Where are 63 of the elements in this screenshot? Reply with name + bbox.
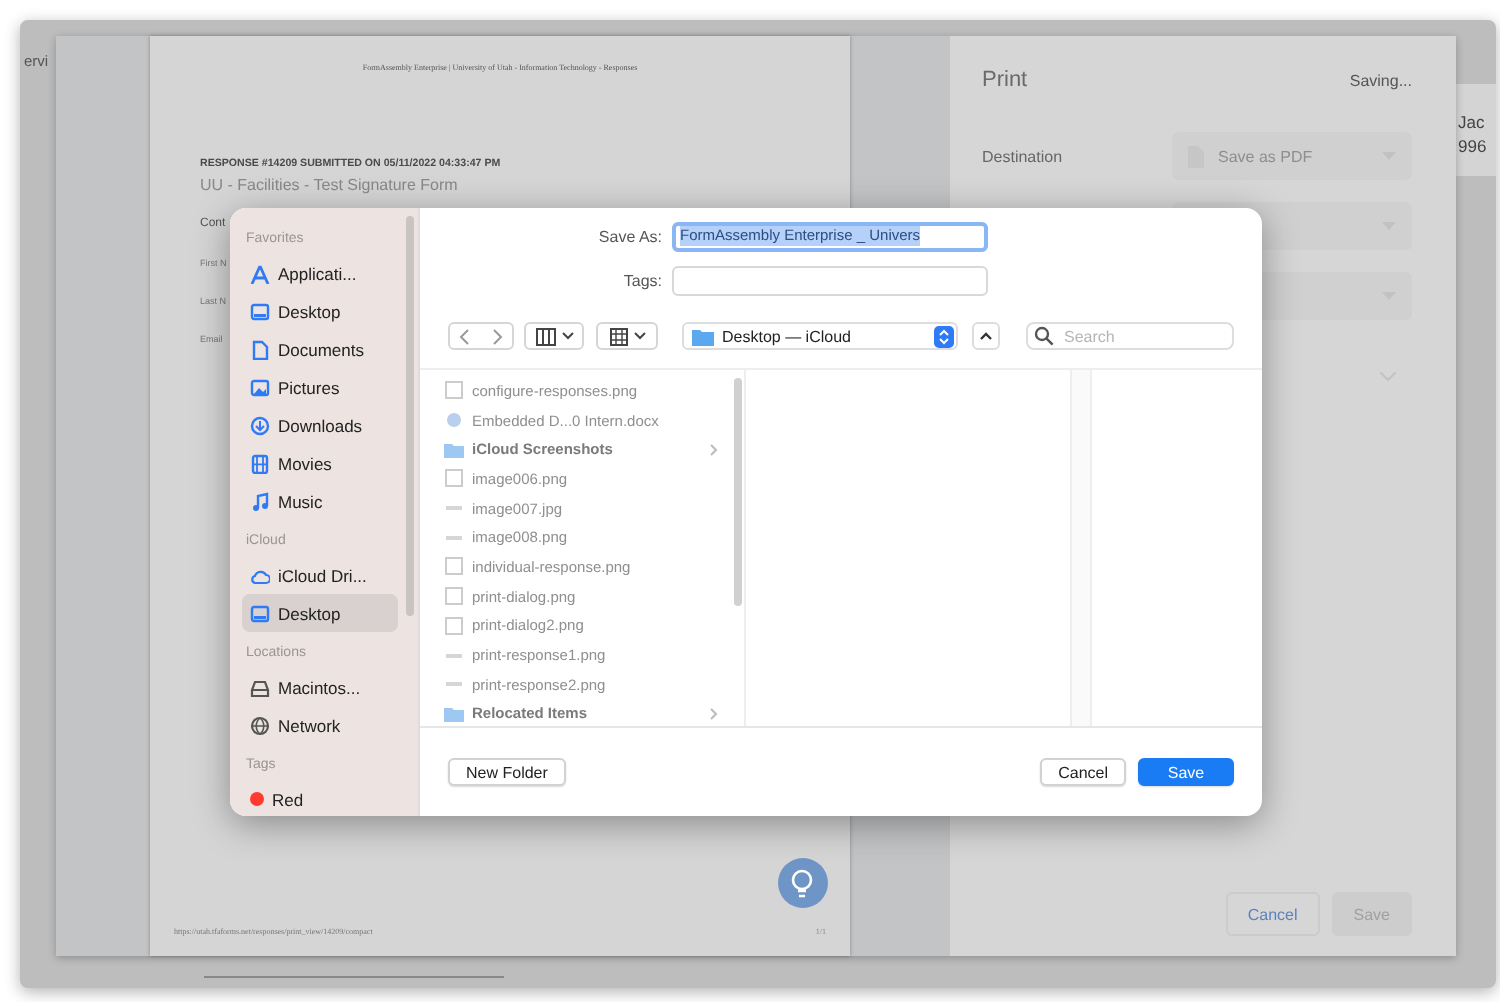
cloud-icon	[250, 565, 270, 585]
sidebar-item[interactable]: Music	[242, 482, 398, 520]
group-button[interactable]	[596, 322, 658, 350]
drive-icon	[250, 677, 270, 697]
sidebar-item[interactable]: iCloud Dri...	[242, 556, 398, 594]
file-icon	[444, 380, 464, 401]
folder-icon	[444, 703, 464, 724]
desktop-icon	[250, 603, 270, 623]
search-icon	[1034, 326, 1054, 346]
card-text: Jac	[1458, 112, 1487, 134]
lightbulb-icon	[790, 867, 815, 899]
sidebar-item[interactable]: Macintos...	[242, 668, 398, 706]
desktop-icon	[250, 301, 270, 321]
location-popup[interactable]: Desktop — iCloud	[682, 322, 958, 350]
folder-icon	[692, 327, 714, 345]
caret-icon	[561, 332, 573, 340]
sidebar-item[interactable]: Applicati...	[242, 254, 398, 292]
file-icon	[444, 615, 464, 636]
caret-icon	[633, 332, 645, 340]
field-label: Save As:	[596, 227, 664, 245]
document-icon	[250, 339, 270, 359]
columns-icon	[535, 327, 555, 345]
chevron-icon	[710, 707, 718, 720]
sidebar-item[interactable]: Network	[242, 706, 398, 744]
sidebar-item[interactable]: Movies	[242, 444, 398, 482]
form-title: UU - Facilities - Test Signature Form	[200, 176, 458, 194]
back-icon	[457, 327, 474, 345]
forward-icon	[488, 327, 505, 345]
globe-icon	[250, 715, 270, 735]
stepper-icon	[934, 325, 954, 347]
picture-icon	[250, 377, 270, 397]
apps-icon	[250, 263, 270, 283]
sidebar-item[interactable]: Desktop	[242, 594, 398, 632]
setting-label: Destination	[982, 147, 1065, 165]
file-icon	[444, 586, 464, 607]
sidebar-item[interactable]: Downloads	[242, 406, 398, 444]
tags-field[interactable]	[672, 265, 988, 295]
view-mode-button[interactable]	[524, 322, 584, 350]
file-icon	[444, 468, 464, 489]
document-icon	[444, 410, 464, 431]
film-icon	[250, 453, 270, 473]
sidebar-item[interactable]: Pictures	[242, 368, 398, 406]
grid-icon	[609, 327, 627, 345]
sidebar-item[interactable]: Red	[242, 780, 398, 816]
folder-icon	[444, 439, 464, 460]
field-label: Tags:	[621, 271, 664, 289]
status-text: Saving...	[1349, 71, 1412, 89]
card-text: 996	[1458, 136, 1489, 158]
up-button[interactable]	[972, 322, 1000, 350]
back-forward-control[interactable]	[448, 322, 514, 350]
sidebar-item[interactable]: Documents	[242, 330, 398, 368]
help-button[interactable]	[777, 858, 828, 908]
music-note-icon	[250, 491, 270, 511]
save-button[interactable]: Save	[1138, 758, 1234, 786]
panel-title: Print	[982, 68, 1028, 92]
caret-up-icon	[980, 332, 992, 340]
download-icon	[250, 415, 270, 435]
sidebar-item[interactable]: Desktop	[242, 292, 398, 330]
file-icon	[444, 556, 464, 577]
search-field[interactable]: Search	[1026, 322, 1234, 350]
chevron-icon	[710, 443, 718, 456]
cancel-button[interactable]: Cancel	[1040, 758, 1126, 786]
new-folder-button[interactable]: New Folder	[448, 758, 566, 786]
